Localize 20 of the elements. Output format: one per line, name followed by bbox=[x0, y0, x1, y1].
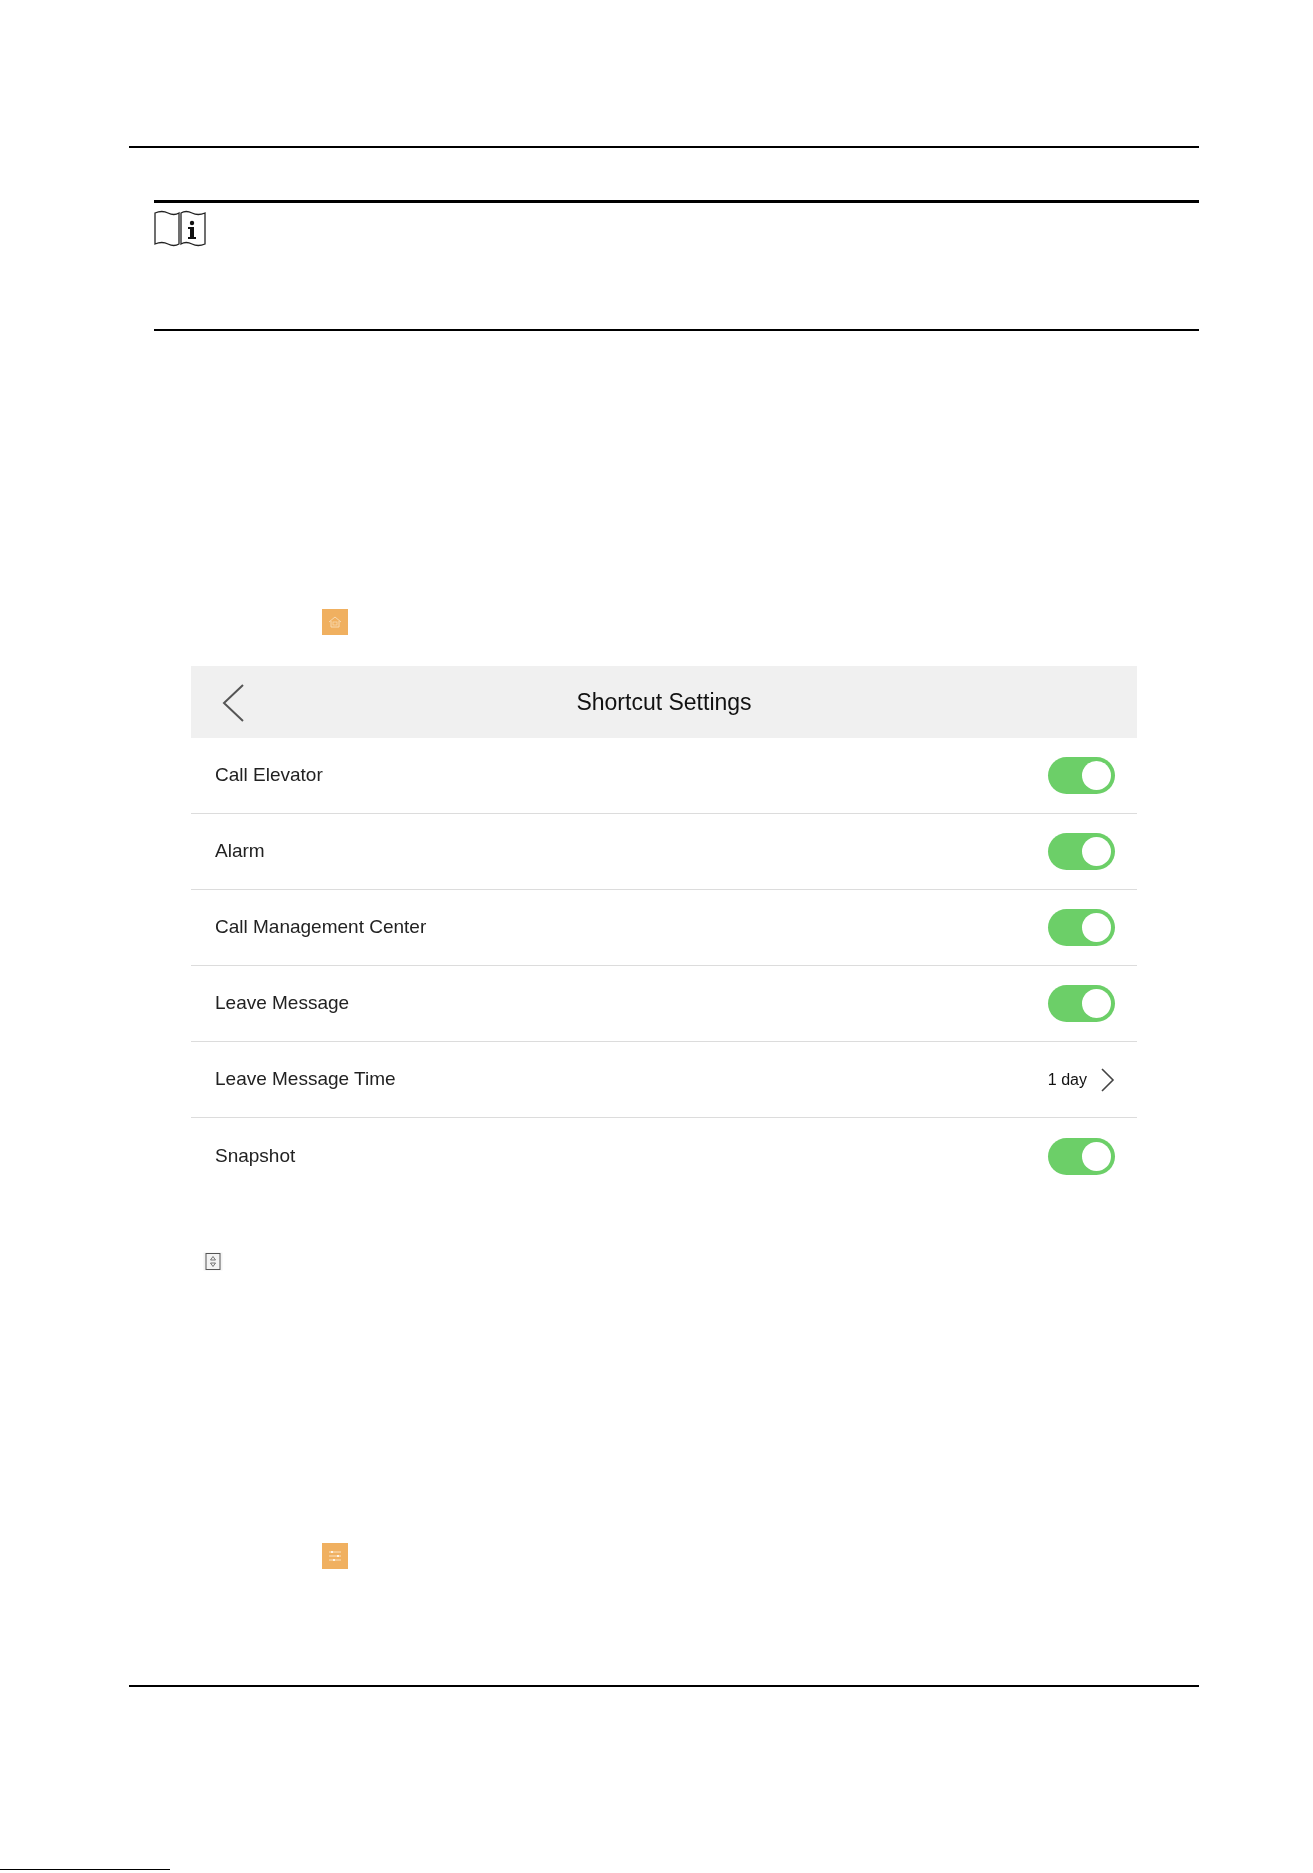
setting-label: Call Management Center bbox=[215, 915, 427, 940]
toggle-switch[interactable] bbox=[1048, 985, 1115, 1022]
setting-label: Leave Message bbox=[215, 991, 350, 1016]
setting-label: Alarm bbox=[215, 839, 265, 864]
toggle-switch[interactable] bbox=[1048, 909, 1115, 946]
book-info-icon bbox=[154, 210, 206, 247]
back-chevron-icon bbox=[221, 684, 245, 722]
setting-label: Call Elevator bbox=[215, 763, 323, 788]
setting-value[interactable]: 1 day bbox=[1047, 1067, 1087, 1092]
sliders-tile-icon bbox=[322, 1543, 348, 1569]
chevron-right-icon bbox=[1101, 1067, 1115, 1092]
toggle-switch[interactable] bbox=[1048, 833, 1115, 870]
toggle-switch[interactable] bbox=[1048, 757, 1115, 794]
back-button[interactable] bbox=[221, 684, 245, 722]
toggle-switch[interactable] bbox=[1048, 1137, 1115, 1175]
house-tile-icon bbox=[322, 609, 348, 635]
setting-label: Snapshot bbox=[215, 1143, 296, 1168]
screen-title: Shortcut Settings bbox=[576, 687, 752, 717]
setting-label: Leave Message Time bbox=[215, 1067, 396, 1092]
elevator-icon bbox=[203, 1252, 223, 1271]
